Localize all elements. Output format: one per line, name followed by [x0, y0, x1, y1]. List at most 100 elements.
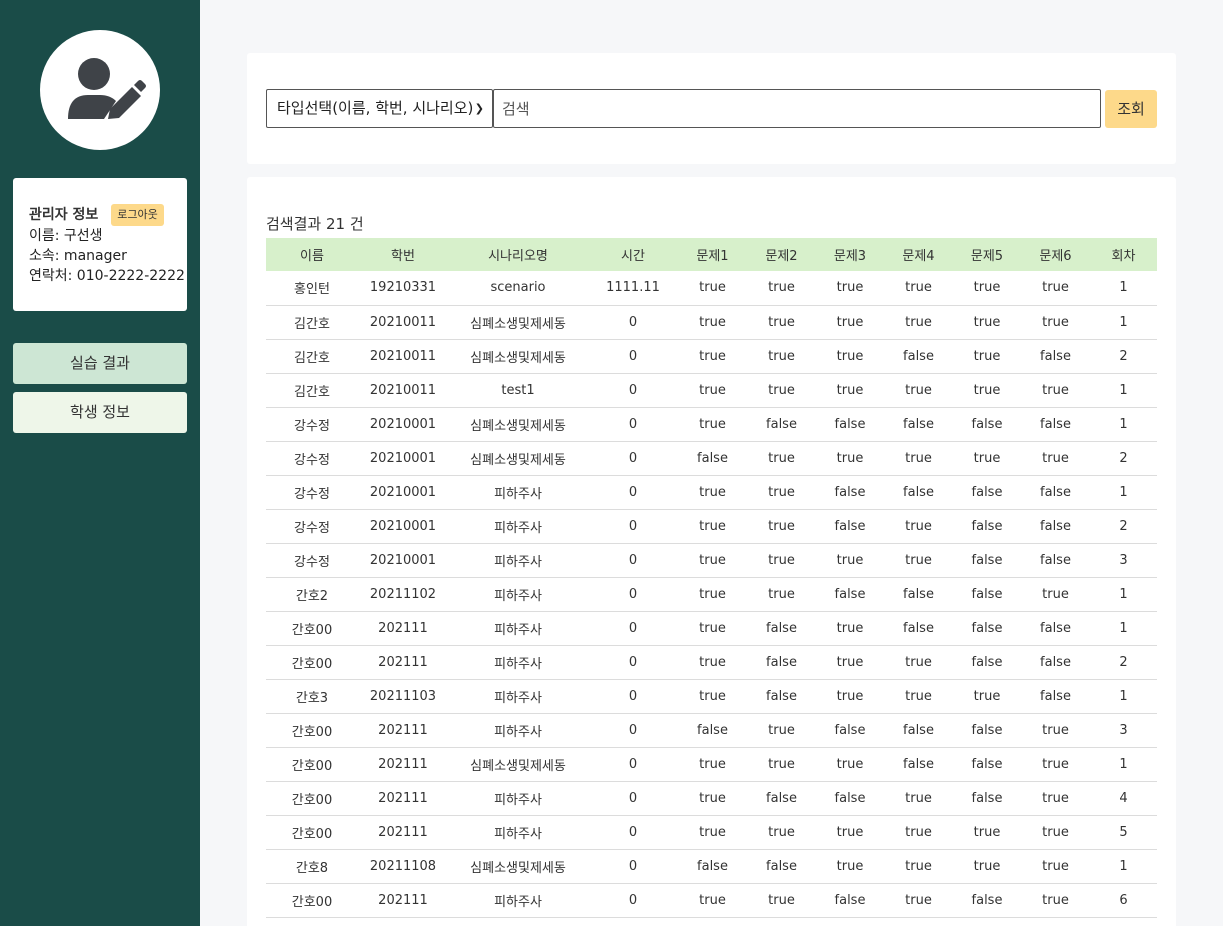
table-cell: 강수정	[266, 407, 358, 442]
table-row: 간호00 202111 심폐소생및제세동 0 true true true false fals…	[266, 747, 1157, 782]
table-cell: true	[678, 339, 747, 374]
table-cell: false	[747, 849, 816, 884]
search-type-select[interactable]: 타입선택(이름, 학번, 시나리오) ❯	[266, 89, 493, 128]
table-cell: 0	[588, 305, 678, 340]
table-cell: true	[747, 271, 816, 306]
table-cell: true	[816, 747, 884, 782]
table-cell: 202111	[358, 713, 448, 748]
table-cell: true	[747, 543, 816, 578]
table-cell: 김간호	[266, 339, 358, 374]
table-cell: true	[678, 645, 747, 680]
table-cell: 심폐소생및제세동	[448, 407, 588, 442]
table-cell: 0	[588, 543, 678, 578]
query-button[interactable]: 조회	[1105, 90, 1157, 128]
table-cell: true	[953, 271, 1021, 306]
table-cell: 202111	[358, 747, 448, 782]
table-cell: 0	[588, 645, 678, 680]
table-cell: true	[678, 577, 747, 612]
table-cell: 3	[1090, 713, 1157, 748]
column-header: 문제6	[1039, 249, 1072, 264]
table-cell: false	[816, 713, 884, 748]
table-cell: false	[884, 747, 953, 782]
table-row: 간호00 202111 피하주사 0 true true false true false tru…	[266, 883, 1157, 918]
table-cell: 강수정	[266, 441, 358, 476]
table-cell: 김간호	[266, 373, 358, 408]
table-cell: false	[678, 849, 747, 884]
search-input[interactable]	[493, 89, 1101, 128]
table-cell: false	[747, 645, 816, 680]
table-cell: false	[953, 645, 1021, 680]
table-row: 강수정 20210001 심폐소생및제세동 0 false true true true tru…	[266, 441, 1157, 476]
table-cell: true	[884, 509, 953, 544]
table-cell: false	[953, 747, 1021, 782]
nav-practice-results-button[interactable]: 실습 결과	[13, 343, 187, 384]
table-cell: true	[884, 815, 953, 850]
search-type-value: 타입선택(이름, 학번, 시나리오)	[277, 99, 474, 117]
table-cell: true	[747, 713, 816, 748]
table-cell: 2	[1090, 645, 1157, 680]
table-cell: false	[678, 441, 747, 476]
results-panel: 검색결과 21 건 이름 학번 시나리오명 시간 문제1 문제2 문제3 문제4…	[247, 177, 1176, 926]
table-cell: true	[678, 543, 747, 578]
table-cell: false	[747, 781, 816, 816]
table-cell: 202111	[358, 645, 448, 680]
user-edit-icon	[68, 58, 146, 119]
table-row: 강수정 20210001 심폐소생및제세동 0 true false false false f…	[266, 407, 1157, 442]
table-cell: false	[953, 883, 1021, 918]
table-cell: false	[1021, 509, 1090, 544]
column-header: 문제1	[696, 249, 729, 264]
column-header: 문제5	[970, 249, 1004, 264]
column-header: 문제2	[765, 249, 798, 264]
table-cell: 심폐소생및제세동	[448, 747, 588, 782]
table-cell: true	[953, 339, 1021, 374]
table-cell: true	[678, 679, 747, 714]
table-cell: 0	[588, 475, 678, 510]
table-cell: true	[1021, 577, 1090, 612]
avatar	[40, 30, 160, 150]
table-cell: 간호3	[266, 679, 358, 714]
table-row: 간호2 20211102 피하주사 0 true true false false false t…	[266, 577, 1157, 612]
table-cell: true	[678, 781, 747, 816]
logout-button[interactable]: 로그아웃	[111, 204, 164, 226]
nav-student-info-button[interactable]: 학생 정보	[13, 392, 187, 433]
table-row: 간호00 202111 피하주사 0 false true false false false t…	[266, 713, 1157, 748]
table-cell: 0	[588, 679, 678, 714]
table-cell: true	[953, 373, 1021, 408]
table-cell: true	[884, 679, 953, 714]
admin-info-card: 관리자 정보 로그아웃 이름: 구선생 소속: manager 연락처: 010…	[13, 178, 187, 311]
table-cell: 간호00	[266, 645, 358, 680]
table-cell: true	[1021, 373, 1090, 408]
table-cell: false	[953, 407, 1021, 442]
table-cell: 1	[1090, 611, 1157, 646]
table-cell: false	[953, 577, 1021, 612]
table-cell: true	[678, 747, 747, 782]
table-cell: 강수정	[266, 475, 358, 510]
table-cell: true	[747, 815, 816, 850]
table-cell: 간호00	[266, 611, 358, 646]
table-cell: false	[747, 407, 816, 442]
table-cell: true	[678, 509, 747, 544]
table-cell: 0	[588, 373, 678, 408]
table-row: 김간호 20210011 심폐소생및제세동 0 true true true false tru…	[266, 339, 1157, 374]
table-cell: true	[747, 747, 816, 782]
table-cell: 20211102	[358, 577, 448, 612]
table-cell: 2	[1090, 441, 1157, 476]
table-row: 간호00 202111 피하주사 0 true false true true false fal…	[266, 645, 1157, 680]
table-row: 김간호 20210011 test1 0 true true true true true tru…	[266, 373, 1157, 408]
table-cell: 0	[588, 815, 678, 850]
table-cell: 간호00	[266, 747, 358, 782]
table-cell: false	[816, 407, 884, 442]
table-cell: false	[1021, 407, 1090, 442]
table-cell: true	[1021, 713, 1090, 748]
table-cell: true	[1021, 849, 1090, 884]
table-cell: true	[1021, 271, 1090, 306]
admin-contact: 연락처: 010-2222-2222	[29, 268, 185, 284]
table-cell: true	[816, 645, 884, 680]
table-cell: 1	[1090, 373, 1157, 408]
table-cell: true	[747, 509, 816, 544]
table-cell: 20210001	[358, 543, 448, 578]
table-cell: 202111	[358, 815, 448, 850]
table-header-row: 이름 학번 시나리오명 시간 문제1 문제2 문제3 문제4 문제5 문제6 회…	[266, 238, 1157, 271]
table-row: 간호3 20211103 피하주사 0 true false true true true fal…	[266, 679, 1157, 714]
table-cell: 1	[1090, 679, 1157, 714]
